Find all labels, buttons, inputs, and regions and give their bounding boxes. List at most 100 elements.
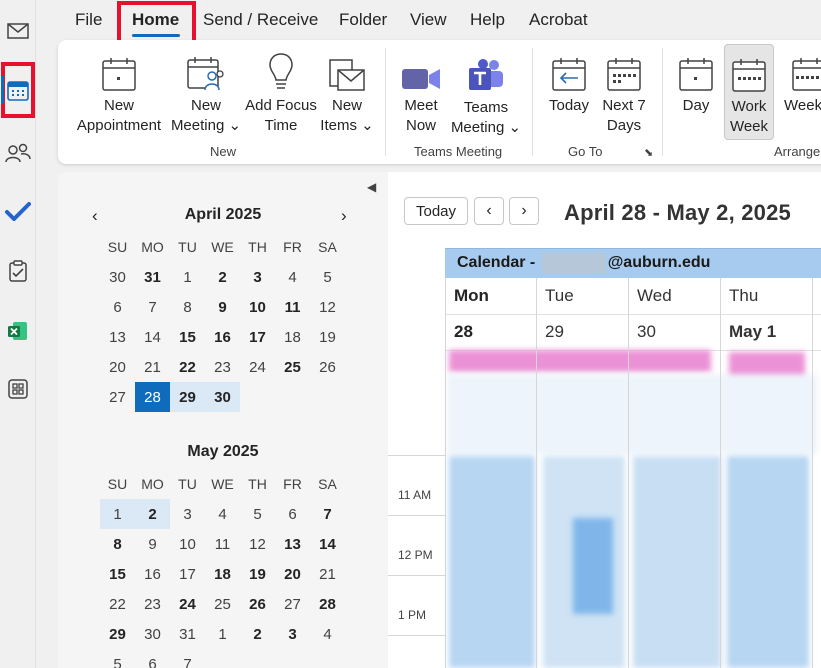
- mini-calendar-day[interactable]: 29: [100, 619, 135, 649]
- mini-calendar-day[interactable]: 2: [205, 262, 240, 292]
- more-apps-icon[interactable]: [2, 372, 34, 406]
- mini-calendar-day[interactable]: 13: [100, 322, 135, 352]
- mini-calendar-day[interactable]: 11: [205, 529, 240, 559]
- mini-calendar-day[interactable]: 30: [205, 382, 240, 412]
- next-week-button[interactable]: ›: [509, 197, 539, 225]
- tab-view[interactable]: View: [410, 10, 447, 30]
- day-column-tue[interactable]: Tue 29: [537, 278, 629, 668]
- mini-calendar-day[interactable]: 21: [310, 559, 345, 589]
- mini-calendar-day[interactable]: 21: [135, 352, 170, 382]
- calendar-icon[interactable]: [1, 62, 35, 118]
- mini-calendar-day[interactable]: 18: [275, 322, 310, 352]
- mini-calendar-day[interactable]: 16: [205, 322, 240, 352]
- mini-calendar-day[interactable]: 8: [100, 529, 135, 559]
- people-icon[interactable]: [2, 136, 34, 170]
- mini-calendar-day[interactable]: 22: [100, 589, 135, 619]
- day-column-thu[interactable]: Thu May 1: [721, 278, 813, 668]
- dialog-launcher-icon[interactable]: ⬊: [644, 146, 653, 159]
- mini-calendar-day[interactable]: 20: [100, 352, 135, 382]
- mini-calendar-day[interactable]: 9: [135, 529, 170, 559]
- mini-calendar-day[interactable]: 12: [240, 529, 275, 559]
- mini-calendar-day[interactable]: 5: [240, 499, 275, 529]
- mini-calendar-day[interactable]: 7: [310, 499, 345, 529]
- mini-calendar-day[interactable]: 10: [240, 292, 275, 322]
- mail-icon[interactable]: [2, 14, 34, 48]
- mini-calendar-day[interactable]: 3: [170, 499, 205, 529]
- todo-check-icon[interactable]: [2, 194, 34, 228]
- mini-calendar-day[interactable]: 23: [205, 352, 240, 382]
- mini-calendar-day[interactable]: 17: [170, 559, 205, 589]
- mini-calendar-day[interactable]: 9: [205, 292, 240, 322]
- next-month-icon[interactable]: ›: [341, 206, 347, 226]
- mini-calendar-day[interactable]: 15: [170, 322, 205, 352]
- mini-calendar-day[interactable]: 16: [135, 559, 170, 589]
- mini-calendar-day[interactable]: 10: [170, 529, 205, 559]
- tab-acrobat[interactable]: Acrobat: [529, 10, 588, 30]
- mini-calendar-day[interactable]: 12: [310, 292, 345, 322]
- mini-calendar-day[interactable]: 6: [135, 649, 170, 668]
- week-view-button[interactable]: Week: [780, 48, 821, 116]
- mini-calendar-day[interactable]: 18: [205, 559, 240, 589]
- mini-calendar-day[interactable]: 14: [135, 322, 170, 352]
- mini-calendar-day[interactable]: 19: [240, 559, 275, 589]
- mini-calendar-day[interactable]: 31: [135, 262, 170, 292]
- mini-calendar-day[interactable]: 6: [275, 499, 310, 529]
- mini-calendar-day[interactable]: 24: [240, 352, 275, 382]
- mini-calendar-day[interactable]: 28: [310, 589, 345, 619]
- app-excel-icon[interactable]: [2, 314, 34, 348]
- tasks-clipboard-icon[interactable]: [2, 254, 34, 288]
- mini-calendar-day[interactable]: 5: [100, 649, 135, 668]
- mini-calendar-day[interactable]: 4: [275, 262, 310, 292]
- mini-calendar-day[interactable]: 6: [100, 292, 135, 322]
- tab-folder[interactable]: Folder: [339, 10, 387, 30]
- mini-calendar-day[interactable]: 3: [275, 619, 310, 649]
- mini-calendar-day[interactable]: 22: [170, 352, 205, 382]
- mini-calendar-day[interactable]: 28: [135, 382, 170, 412]
- mini-calendar-day[interactable]: 2: [240, 619, 275, 649]
- mini-calendar-day[interactable]: 3: [240, 262, 275, 292]
- mini-calendar-day[interactable]: 1: [100, 499, 135, 529]
- mini-calendar-day[interactable]: 11: [275, 292, 310, 322]
- tab-help[interactable]: Help: [470, 10, 505, 30]
- mini-calendar-day[interactable]: 4: [310, 619, 345, 649]
- day-column-mon[interactable]: Mon 28: [445, 278, 537, 668]
- next-7-days-button[interactable]: Next 7 Days: [598, 48, 650, 136]
- mini-calendar-day[interactable]: 2: [135, 499, 170, 529]
- mini-calendar-day[interactable]: 31: [170, 619, 205, 649]
- prev-month-icon[interactable]: ‹: [92, 206, 98, 226]
- new-items-button[interactable]: New Items ⌄: [320, 48, 374, 136]
- mini-calendar-day[interactable]: 19: [310, 322, 345, 352]
- collapse-pane-icon[interactable]: ◀: [367, 180, 376, 194]
- mini-calendar-day[interactable]: 14: [310, 529, 345, 559]
- today-button[interactable]: Today: [404, 197, 468, 225]
- mini-calendar-day[interactable]: 30: [100, 262, 135, 292]
- prev-week-button[interactable]: ‹: [474, 197, 504, 225]
- mini-calendar-day[interactable]: 30: [135, 619, 170, 649]
- mini-calendar-day[interactable]: 29: [170, 382, 205, 412]
- new-meeting-button[interactable]: New Meeting ⌄: [168, 48, 244, 136]
- mini-calendar-day[interactable]: 5: [310, 262, 345, 292]
- mini-calendar-day[interactable]: 7: [135, 292, 170, 322]
- work-week-view-button[interactable]: Work Week: [724, 44, 774, 140]
- mini-calendar-day[interactable]: 15: [100, 559, 135, 589]
- mini-calendar-day[interactable]: 25: [275, 352, 310, 382]
- meet-now-button[interactable]: Meet Now: [392, 48, 450, 136]
- tab-send-receive[interactable]: Send / Receive: [203, 10, 318, 30]
- mini-calendar-day[interactable]: 20: [275, 559, 310, 589]
- mini-calendar-day[interactable]: 17: [240, 322, 275, 352]
- day-column-wed[interactable]: Wed 30: [629, 278, 721, 668]
- mini-calendar-day[interactable]: 26: [310, 352, 345, 382]
- today-ribbon-button[interactable]: Today: [540, 48, 598, 116]
- day-view-button[interactable]: Day: [670, 48, 722, 116]
- mini-calendar-day[interactable]: 13: [275, 529, 310, 559]
- tab-file[interactable]: File: [75, 10, 102, 30]
- mini-calendar-day[interactable]: 27: [100, 382, 135, 412]
- mini-calendar-day[interactable]: 24: [170, 589, 205, 619]
- mini-calendar-day[interactable]: 8: [170, 292, 205, 322]
- teams-meeting-button[interactable]: Teams Meeting ⌄: [450, 50, 522, 138]
- mini-calendar-day[interactable]: 7: [170, 649, 205, 668]
- mini-calendar-day[interactable]: 26: [240, 589, 275, 619]
- mini-calendar-day[interactable]: 27: [275, 589, 310, 619]
- mini-calendar-day[interactable]: 1: [205, 619, 240, 649]
- mini-calendar-day[interactable]: 23: [135, 589, 170, 619]
